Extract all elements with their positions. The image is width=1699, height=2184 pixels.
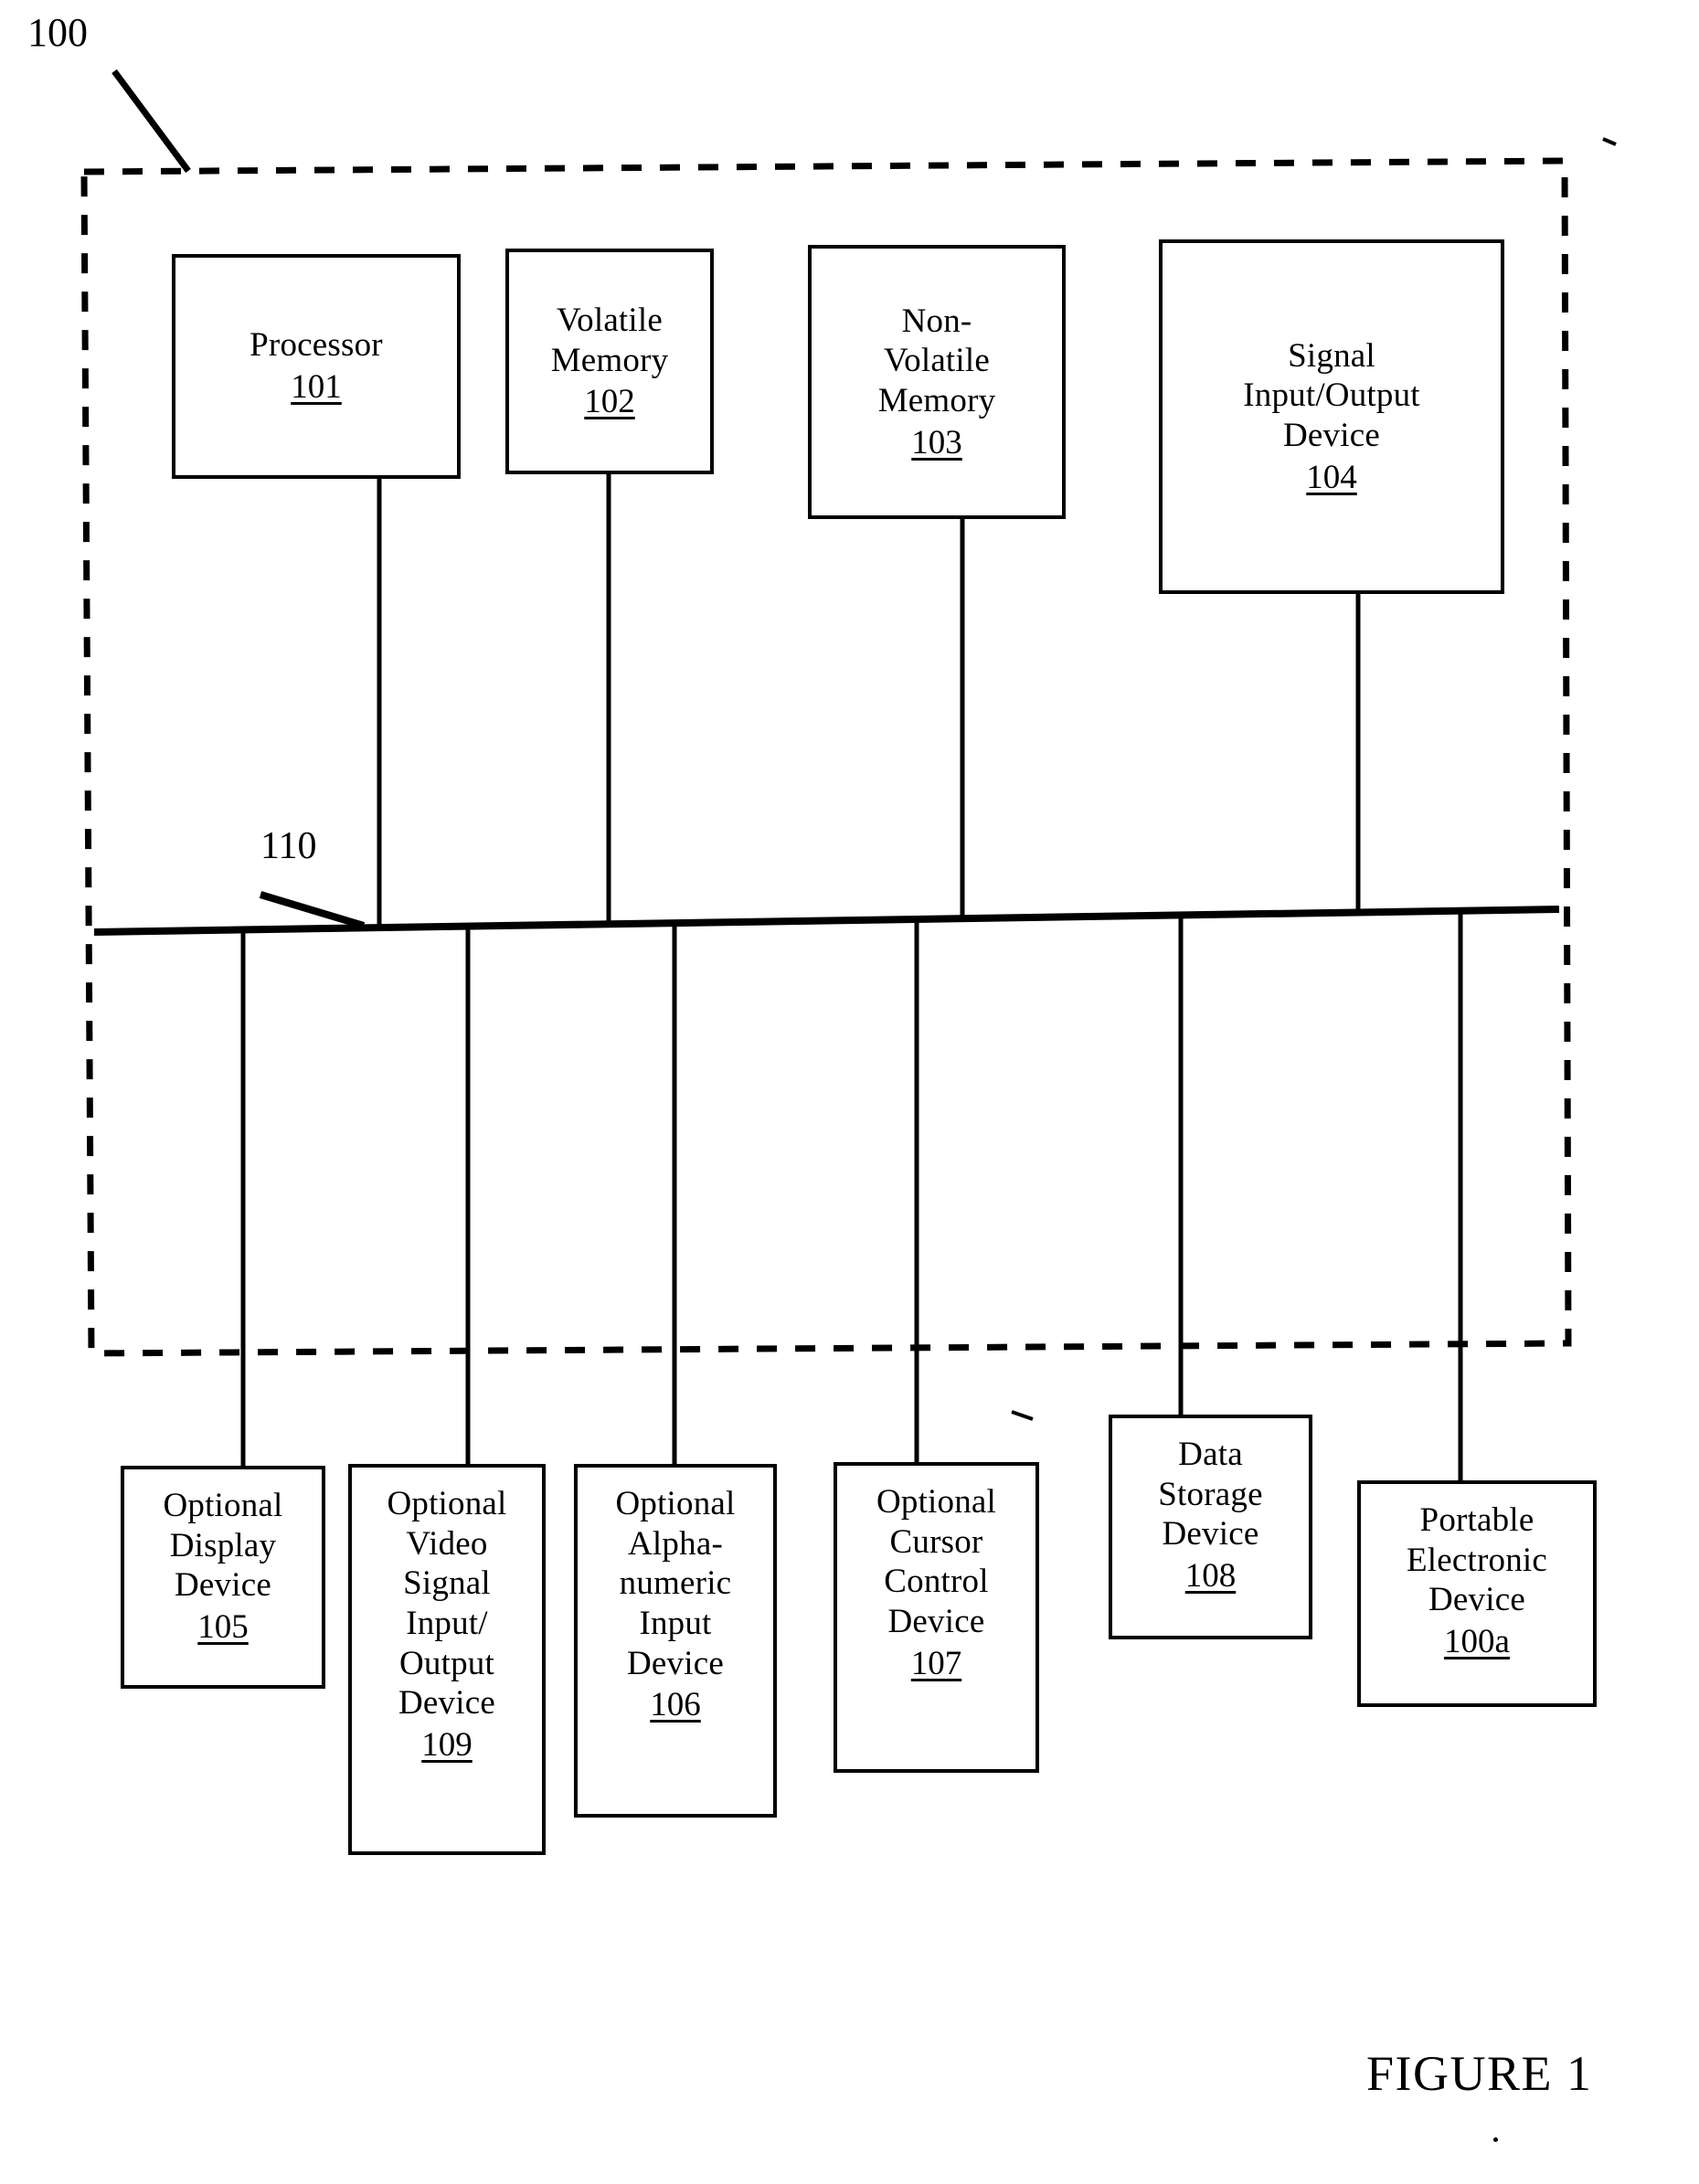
node-optional-alphanumeric-input-device-ref: 106: [650, 1686, 701, 1724]
node-signal-io-device[interactable]: Signal Input/Output Device 104: [1159, 239, 1504, 594]
node-data-storage-device-ref: 108: [1184, 1556, 1237, 1595]
node-optional-video-signal-io-device-ref: 109: [421, 1725, 473, 1764]
scan-artifact-mark-upper-right: [1602, 137, 1617, 146]
node-processor[interactable]: Processor 101: [172, 254, 461, 479]
node-optional-video-signal-io-device[interactable]: Optional Video Signal Input/ Output Devi…: [348, 1464, 546, 1855]
node-processor-label: Processor: [250, 326, 383, 365]
node-signal-io-device-ref: 104: [1306, 458, 1357, 496]
node-processor-ref: 101: [291, 368, 342, 406]
callout-bus-110: 110: [260, 825, 317, 867]
node-volatile-memory-ref: 102: [584, 383, 635, 421]
node-optional-alphanumeric-input-device[interactable]: Optional Alpha- numeric Input Device 106: [574, 1464, 777, 1818]
callout-100-leader: [111, 69, 191, 174]
patent-figure: 100 110 Processor 101 Volatile Memory 10…: [0, 0, 1699, 2184]
node-optional-alphanumeric-input-device-label: Optional Alpha- numeric Input Device: [615, 1485, 736, 1682]
node-optional-video-signal-io-device-label: Optional Video Signal Input/ Output Devi…: [387, 1485, 507, 1723]
bus-line: [93, 906, 1560, 936]
node-portable-electronic-device[interactable]: Portable Electronic Device 100a: [1357, 1480, 1597, 1707]
node-optional-display-device-ref: 105: [197, 1607, 249, 1646]
callout-system-100: 100: [27, 10, 88, 55]
node-data-storage-device-label: Data Storage Device: [1158, 1436, 1263, 1553]
node-portable-electronic-device-label: Portable Electronic Device: [1406, 1501, 1548, 1619]
figure-caption: FIGURE 1: [1366, 2046, 1593, 2101]
node-volatile-memory-label: Volatile Memory: [550, 302, 669, 379]
node-nonvolatile-memory-ref: 103: [911, 423, 962, 461]
node-optional-cursor-control-device-label: Optional Cursor Control Device: [876, 1483, 997, 1640]
node-optional-display-device[interactable]: Optional Display Device 105: [121, 1466, 325, 1689]
node-optional-cursor-control-device[interactable]: Optional Cursor Control Device 107: [834, 1462, 1039, 1773]
node-signal-io-device-label: Signal Input/Output Device: [1243, 336, 1420, 454]
node-nonvolatile-memory[interactable]: Non- Volatile Memory 103: [808, 245, 1066, 519]
node-optional-display-device-label: Optional Display Device: [163, 1487, 283, 1605]
node-nonvolatile-memory-label: Non- Volatile Memory: [877, 302, 996, 419]
scan-artifact-mark-mid: [1011, 1410, 1034, 1421]
node-portable-electronic-device-ref: 100a: [1444, 1622, 1510, 1660]
node-data-storage-device[interactable]: Data Storage Device 108: [1109, 1415, 1312, 1639]
scan-artifact-dot: [1493, 2137, 1498, 2142]
callout-110-leader: [259, 891, 366, 929]
node-volatile-memory[interactable]: Volatile Memory 102: [505, 249, 714, 474]
node-optional-cursor-control-device-ref: 107: [910, 1644, 962, 1682]
